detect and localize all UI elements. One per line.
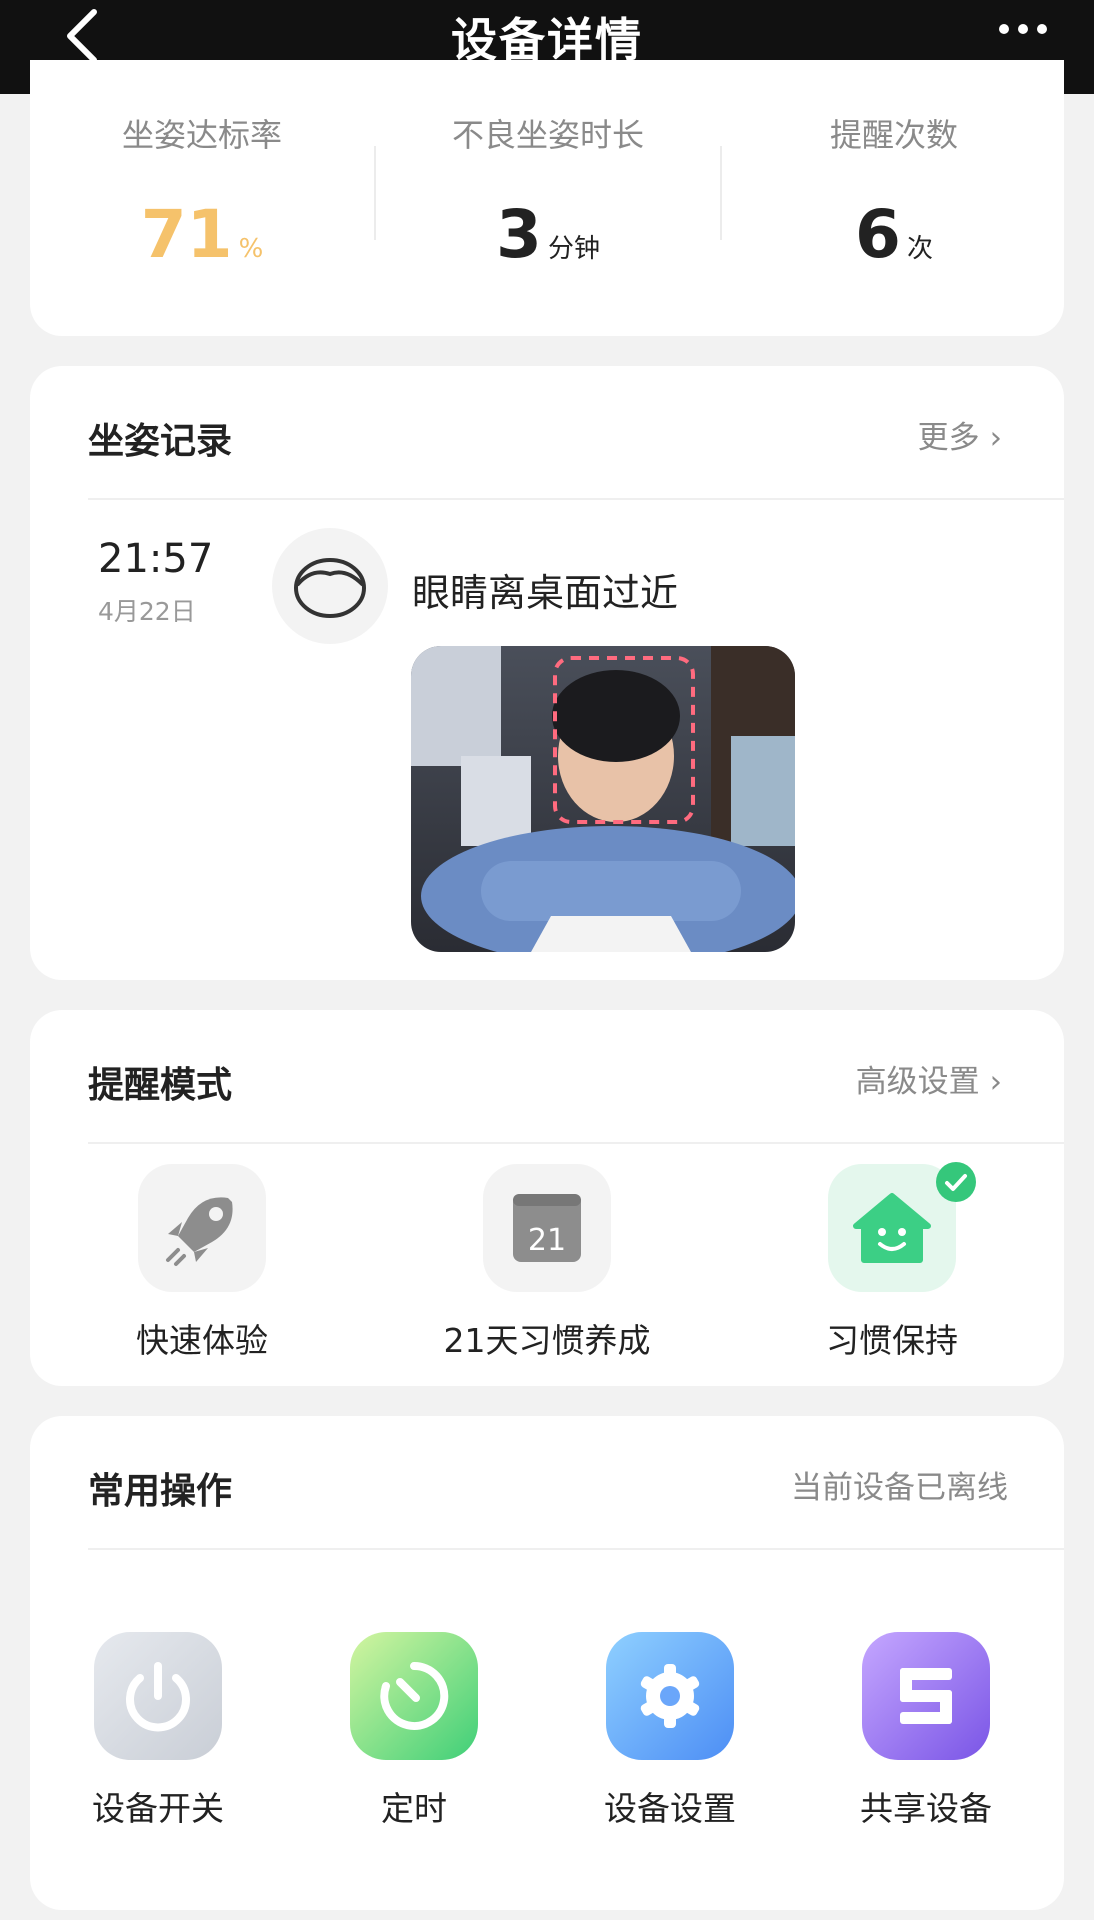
section-title: 提醒模式: [88, 1065, 233, 1106]
device-offline-status: 当前设备已离线: [791, 1470, 1008, 1506]
stat-compliance-rate: 坐姿达标率 71%: [30, 110, 374, 273]
stat-value: 6次: [855, 196, 933, 273]
stat-label: 坐姿达标率: [121, 116, 282, 154]
section-title: 常用操作: [88, 1471, 233, 1512]
more-dots-icon[interactable]: [996, 14, 1050, 44]
chevron-right-icon: ›: [989, 1064, 1002, 1100]
svg-text:21: 21: [528, 1223, 566, 1258]
reminder-mode-card: 提醒模式 高级设置 › 快速体验 21 21天习惯养成 习惯保持: [30, 1010, 1064, 1386]
record-time: 21:57: [98, 536, 214, 582]
record-text: 眼睛离桌面过近: [412, 571, 679, 615]
house-smile-icon: [828, 1162, 976, 1292]
stat-value: 3 分钟: [496, 196, 600, 273]
divider: [88, 498, 1064, 500]
mode-21-day-habit[interactable]: 21 21天习惯养成: [375, 1164, 719, 1362]
mode-label: 快速体验: [136, 1321, 268, 1360]
divider: [88, 1142, 1064, 1144]
chevron-right-icon: ›: [989, 420, 1002, 456]
op-label: 定时: [381, 1789, 447, 1828]
op-device-settings[interactable]: 设备设置: [542, 1632, 798, 1830]
common-operations-card: 常用操作 当前设备已离线 设备开关 定时 设备设置 共享设备: [30, 1416, 1064, 1910]
mode-quick-experience[interactable]: 快速体验: [30, 1164, 374, 1362]
posture-record-card: 坐姿记录 更多 › 21:57 4月22日 眼睛离桌面过近: [30, 366, 1064, 980]
advanced-settings-link[interactable]: 高级设置 ›: [856, 1056, 1002, 1101]
mode-label: 21天习惯养成: [443, 1321, 651, 1360]
selected-check-icon: [936, 1162, 976, 1202]
posture-photo[interactable]: [411, 646, 795, 952]
calendar-icon: 21: [483, 1164, 611, 1292]
more-link[interactable]: 更多 ›: [918, 412, 1002, 457]
face-icon: [272, 528, 388, 644]
stat-value: 71%: [140, 196, 264, 273]
op-timer[interactable]: 定时: [286, 1632, 542, 1830]
section-title: 坐姿记录: [88, 421, 233, 462]
record-date: 4月22日: [98, 597, 196, 626]
timer-icon: [350, 1632, 478, 1760]
stat-bad-posture-duration: 不良坐姿时长 3 分钟: [376, 110, 720, 273]
share-icon: [862, 1632, 990, 1760]
op-label: 设备设置: [604, 1789, 736, 1828]
stat-label: 不良坐姿时长: [451, 116, 644, 154]
op-label: 共享设备: [860, 1789, 992, 1828]
stats-card: 坐姿达标率 71% 不良坐姿时长 3 分钟 提醒次数 6次: [30, 60, 1064, 336]
divider: [88, 1548, 1064, 1550]
rocket-icon: [138, 1164, 266, 1292]
op-device-power[interactable]: 设备开关: [30, 1632, 286, 1830]
op-share-device[interactable]: 共享设备: [798, 1632, 1054, 1830]
mode-habit-maintain[interactable]: 习惯保持: [720, 1162, 1064, 1362]
stat-reminder-count: 提醒次数 6次: [722, 110, 1066, 273]
mode-label: 习惯保持: [826, 1321, 958, 1360]
stat-label: 提醒次数: [829, 116, 958, 154]
op-label: 设备开关: [92, 1789, 224, 1828]
power-icon: [94, 1632, 222, 1760]
gear-icon: [606, 1632, 734, 1760]
